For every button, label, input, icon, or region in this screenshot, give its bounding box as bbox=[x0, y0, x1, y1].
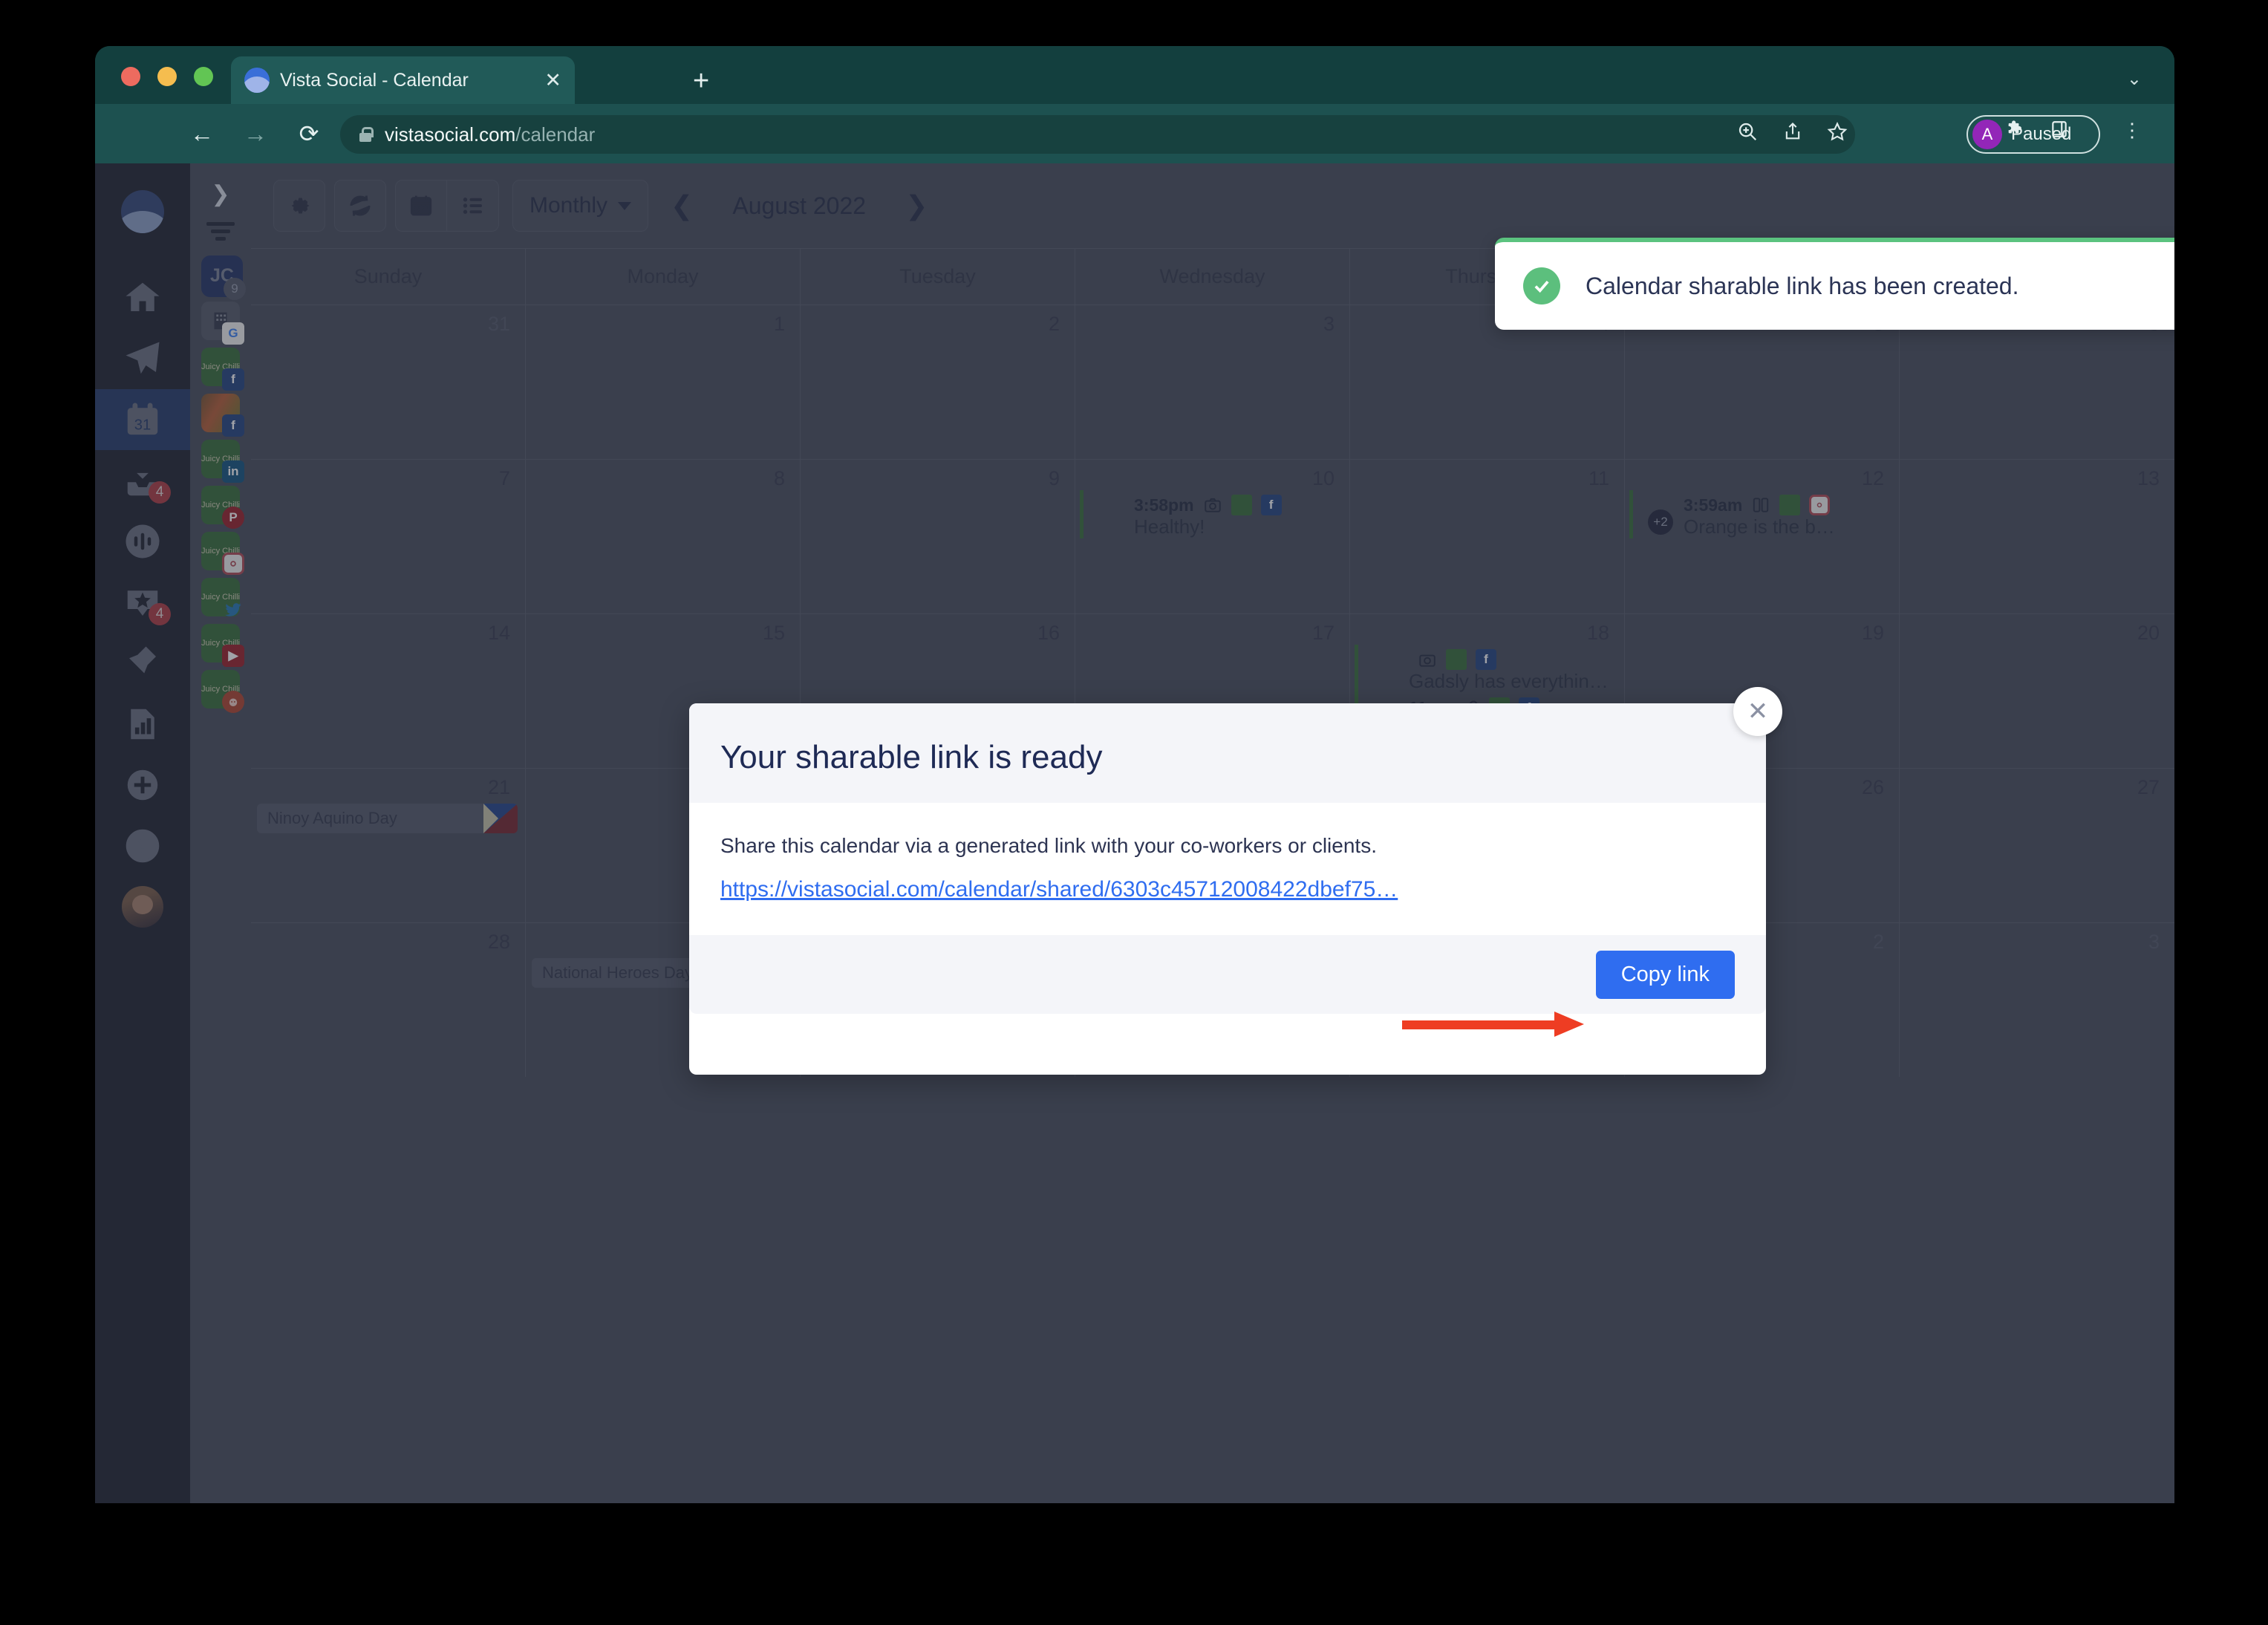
close-modal-button[interactable]: ✕ bbox=[1733, 687, 1782, 736]
favicon-icon bbox=[244, 68, 270, 93]
share-icon[interactable] bbox=[1782, 121, 1803, 146]
annotation-arrow bbox=[1402, 1012, 1599, 1037]
search-plus-icon[interactable] bbox=[1736, 120, 1759, 146]
window-controls[interactable] bbox=[121, 67, 213, 86]
modal-description: Share this calendar via a generated link… bbox=[720, 834, 1377, 857]
star-icon[interactable] bbox=[1827, 121, 1848, 146]
toast-notification: Calendar sharable link has been created.… bbox=[1495, 238, 2174, 330]
chevron-down-icon[interactable]: ⌄ bbox=[2127, 68, 2142, 90]
browser-titlebar: Vista Social - Calendar ✕ + ⌄ bbox=[95, 46, 2174, 104]
lock-icon bbox=[359, 127, 374, 142]
toast-message: Calendar sharable link has been created. bbox=[1586, 272, 2019, 299]
check-circle-icon bbox=[1523, 267, 1560, 305]
modal-body: Share this calendar via a generated link… bbox=[689, 803, 1766, 935]
arrow-head bbox=[1554, 1012, 1584, 1037]
modal-header: Your sharable link is ready bbox=[689, 703, 1766, 803]
modal-title: Your sharable link is ready bbox=[720, 739, 1103, 775]
forward-button[interactable]: → bbox=[241, 119, 270, 149]
back-button[interactable]: ← bbox=[187, 119, 217, 149]
reload-button[interactable]: ⟳ bbox=[294, 119, 324, 149]
omnibox-actions bbox=[1736, 120, 1848, 146]
new-tab-button[interactable]: + bbox=[693, 67, 709, 95]
close-tab-icon[interactable]: ✕ bbox=[544, 70, 561, 91]
tab-title: Vista Social - Calendar bbox=[280, 69, 469, 91]
arrow-shaft bbox=[1402, 1020, 1558, 1029]
maximize-window-button[interactable] bbox=[194, 67, 213, 86]
copy-link-button[interactable]: Copy link bbox=[1595, 950, 1735, 999]
browser-window: Vista Social - Calendar ✕ + ⌄ ← → ⟳ vist… bbox=[95, 46, 2174, 1503]
browser-menu-icon[interactable]: ⋮ bbox=[2122, 120, 2142, 140]
sharable-link-modal: ✕ Your sharable link is ready Share this… bbox=[689, 687, 1782, 1075]
sharable-link[interactable]: https://vistasocial.com/calendar/shared/… bbox=[720, 877, 1735, 902]
profile-status-label: Paused bbox=[2011, 124, 2072, 144]
minimize-window-button[interactable] bbox=[157, 67, 177, 86]
url-path: /calendar bbox=[515, 123, 596, 146]
profile-chip[interactable]: A Paused bbox=[1966, 115, 2100, 154]
avatar: A bbox=[1972, 120, 2002, 149]
address-bar[interactable]: vistasocial.com/calendar bbox=[340, 115, 1855, 154]
browser-tab[interactable]: Vista Social - Calendar ✕ bbox=[231, 56, 575, 104]
url-domain: vistasocial.com bbox=[385, 123, 516, 146]
browser-toolbar: ← → ⟳ vistasocial.com/calendar A Paused … bbox=[95, 104, 2174, 163]
close-window-button[interactable] bbox=[121, 67, 140, 86]
screen: Vista Social - Calendar ✕ + ⌄ ← → ⟳ vist… bbox=[0, 0, 2268, 1625]
modal-footer: Copy link bbox=[689, 935, 1766, 1014]
